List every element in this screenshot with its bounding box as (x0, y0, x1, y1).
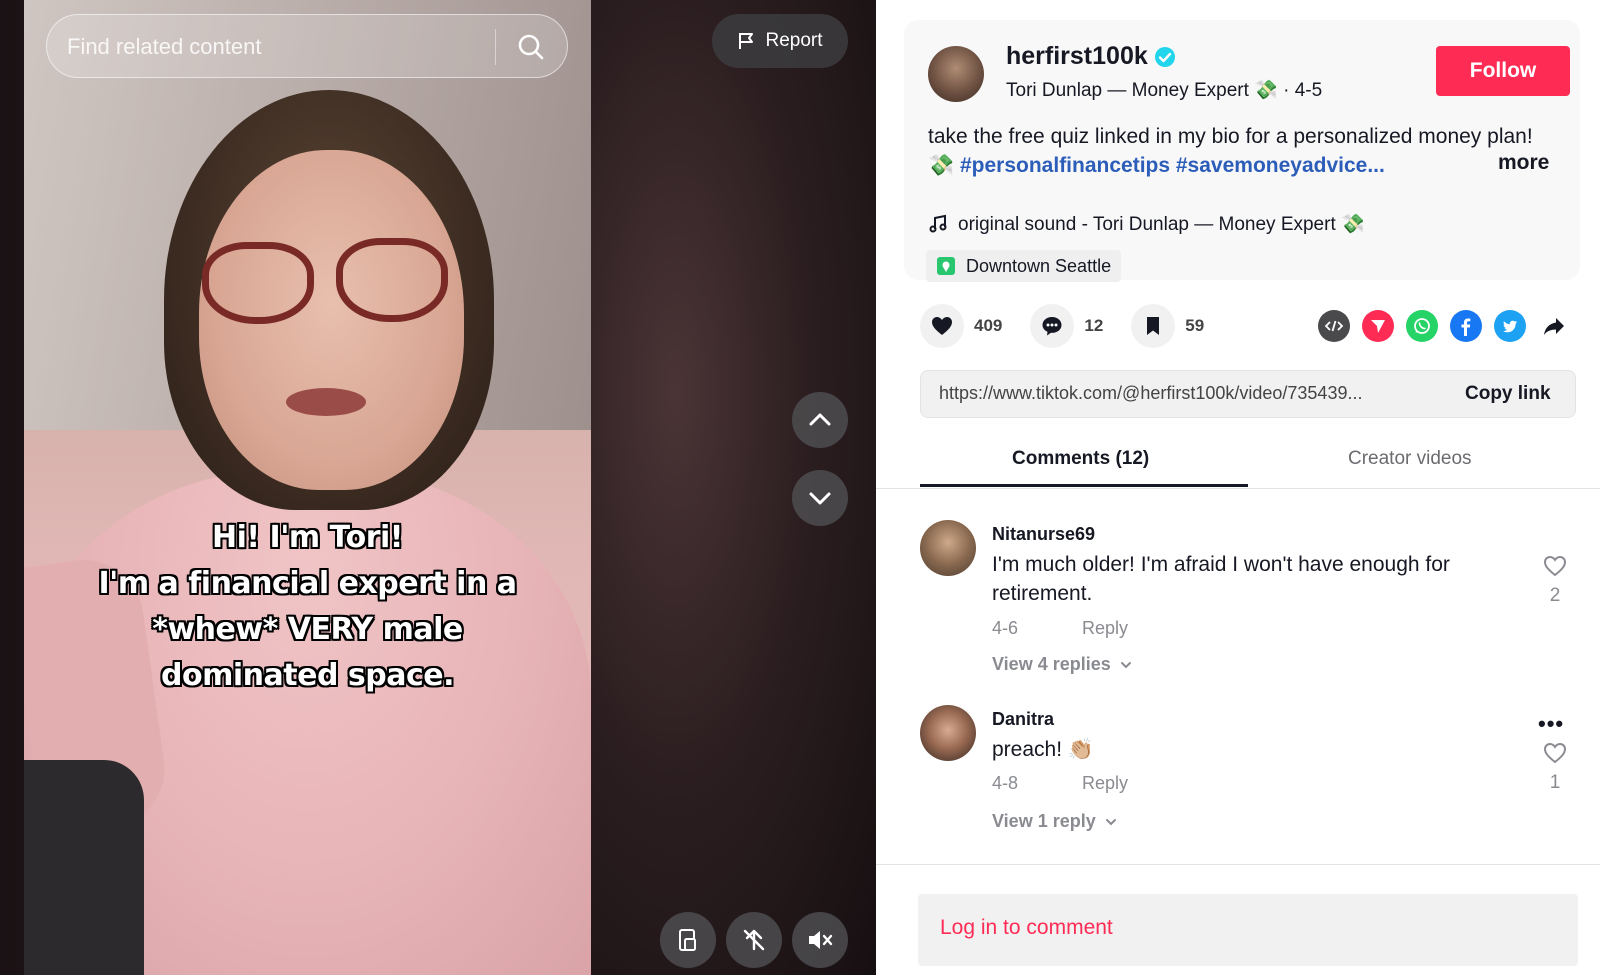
search-bar (46, 14, 568, 78)
description-hashtags[interactable]: #personalfinancetips #savemoneyadvice... (960, 154, 1385, 177)
like-button[interactable]: 409 (920, 304, 1002, 348)
share-arrow-icon (1544, 318, 1564, 335)
twitter-icon (1503, 320, 1517, 333)
commenter-avatar[interactable] (920, 520, 976, 576)
login-to-comment-label: Log in to comment (940, 916, 1113, 939)
chevron-down-icon (1105, 818, 1116, 825)
save-button[interactable]: 59 (1131, 304, 1204, 348)
view-replies-button[interactable]: View 1 reply (992, 811, 1118, 832)
author-username[interactable]: herfirst100k (1006, 42, 1176, 71)
sound-link[interactable]: original sound - Tori Dunlap — Money Exp… (928, 212, 1365, 236)
video-description: take the free quiz linked in my bio for … (928, 122, 1548, 180)
comment-count: 12 (1084, 316, 1104, 335)
location-label: Downtown Seattle (966, 255, 1112, 276)
next-video-button[interactable] (792, 470, 848, 526)
caption-line: *whew* VERY male (152, 612, 463, 647)
tab-comments[interactable]: Comments (12) (1012, 448, 1149, 470)
video-info-card: herfirst100k Tori Dunlap — Money Expert … (904, 20, 1580, 282)
description-more-button[interactable]: more (1498, 151, 1549, 175)
location-tag[interactable]: Downtown Seattle (926, 250, 1122, 282)
view-replies-button[interactable]: View 4 replies (992, 654, 1133, 675)
share-buttons (1318, 310, 1570, 342)
commenter-name[interactable]: Nitanurse69 (992, 524, 1095, 545)
heart-icon (932, 317, 952, 335)
view-replies-label: View 1 reply (992, 811, 1096, 831)
music-note-icon (929, 214, 947, 233)
comment-date: 4-8 (992, 773, 1019, 793)
previous-video-button[interactable] (792, 392, 848, 448)
chevron-down-icon (809, 492, 831, 505)
mute-button[interactable] (792, 912, 848, 968)
author-avatar[interactable] (928, 46, 984, 102)
details-panel: herfirst100k Tori Dunlap — Money Expert … (876, 0, 1600, 975)
comment-bubble-icon (1042, 317, 1062, 336)
embed-button[interactable] (1318, 310, 1350, 342)
search-icon (518, 34, 544, 60)
panel-tabs: Comments (12) Creator videos (920, 440, 1576, 488)
author-username-text: herfirst100k (1006, 42, 1148, 70)
tabs-divider (876, 488, 1600, 489)
follow-button[interactable]: Follow (1436, 46, 1570, 96)
like-count: 409 (974, 316, 1003, 335)
comment-text: preach! 👏🏼 (992, 738, 1095, 761)
auto-scroll-icon (743, 929, 765, 951)
embed-code-icon (1324, 320, 1344, 332)
comment-more-options-button[interactable]: ••• (1538, 711, 1564, 737)
search-input[interactable] (67, 29, 467, 65)
login-to-comment-button[interactable]: Log in to comment (918, 894, 1578, 966)
heart-outline-icon (1543, 742, 1567, 764)
floating-player-button[interactable] (660, 912, 716, 968)
more-share-button[interactable] (1538, 310, 1570, 342)
share-whatsapp-button[interactable] (1406, 310, 1438, 342)
active-tab-indicator (920, 484, 1248, 487)
facebook-icon (1461, 318, 1471, 336)
flag-icon (739, 33, 754, 49)
send-to-friends-button[interactable] (1362, 310, 1394, 342)
comment-like-count: 1 (1549, 772, 1561, 793)
video-caption: Hi! I'm Tori! I'm a financial expert in … (24, 515, 591, 699)
share-twitter-button[interactable] (1494, 310, 1526, 342)
search-divider (495, 29, 496, 65)
sound-label: original sound - Tori Dunlap — Money Exp… (958, 214, 1365, 235)
comment-input-divider (876, 864, 1600, 865)
commenter-avatar[interactable] (920, 705, 976, 761)
verified-badge-icon (1154, 46, 1175, 67)
floating-player-icon (679, 929, 696, 951)
share-facebook-button[interactable] (1450, 310, 1482, 342)
view-replies-label: View 4 replies (992, 654, 1111, 674)
caption-line: dominated space. (161, 658, 454, 693)
chevron-down-icon (1120, 661, 1131, 668)
report-label: Report (765, 30, 823, 51)
video-player[interactable]: Hi! I'm Tori! I'm a financial expert in … (0, 0, 876, 975)
comment-like-button[interactable]: 1 (1540, 741, 1570, 794)
comment-reply-button[interactable]: Reply (1082, 773, 1128, 794)
save-count: 59 (1185, 316, 1205, 335)
bookmark-icon (1147, 317, 1160, 335)
comment-like-count: 2 (1549, 585, 1561, 606)
whatsapp-icon (1414, 318, 1430, 334)
chevron-up-icon (809, 413, 831, 426)
video-url[interactable]: https://www.tiktok.com/@herfirst100k/vid… (939, 383, 1429, 404)
search-button[interactable] (509, 25, 553, 69)
video-link-box: https://www.tiktok.com/@herfirst100k/vid… (920, 370, 1576, 418)
report-button[interactable]: Report (712, 14, 848, 68)
heart-outline-icon (1543, 555, 1567, 577)
engagement-actions: 409 12 59 (920, 302, 1232, 350)
author-display-line: Tori Dunlap — Money Expert 💸 · 4-5 (1006, 80, 1323, 101)
video-frame[interactable] (24, 0, 591, 975)
commenter-name[interactable]: Danitra (992, 709, 1054, 730)
comment-button[interactable]: 12 (1030, 304, 1103, 348)
comment-text: I'm much older! I'm afraid I won't have … (992, 553, 1450, 605)
caption-line: I'm a financial expert in a (98, 566, 518, 601)
auto-scroll-button[interactable] (726, 912, 782, 968)
paper-plane-icon (1371, 320, 1385, 333)
tab-creator-videos[interactable]: Creator videos (1348, 448, 1472, 470)
comment-like-button[interactable]: 2 (1540, 554, 1570, 607)
comment-reply-button[interactable]: Reply (1082, 618, 1128, 639)
copy-link-button[interactable]: Copy link (1465, 383, 1551, 405)
caption-line: Hi! I'm Tori! (212, 520, 403, 555)
comment-date: 4-6 (992, 618, 1019, 638)
location-pin-icon (937, 257, 955, 275)
volume-muted-icon (809, 931, 833, 949)
